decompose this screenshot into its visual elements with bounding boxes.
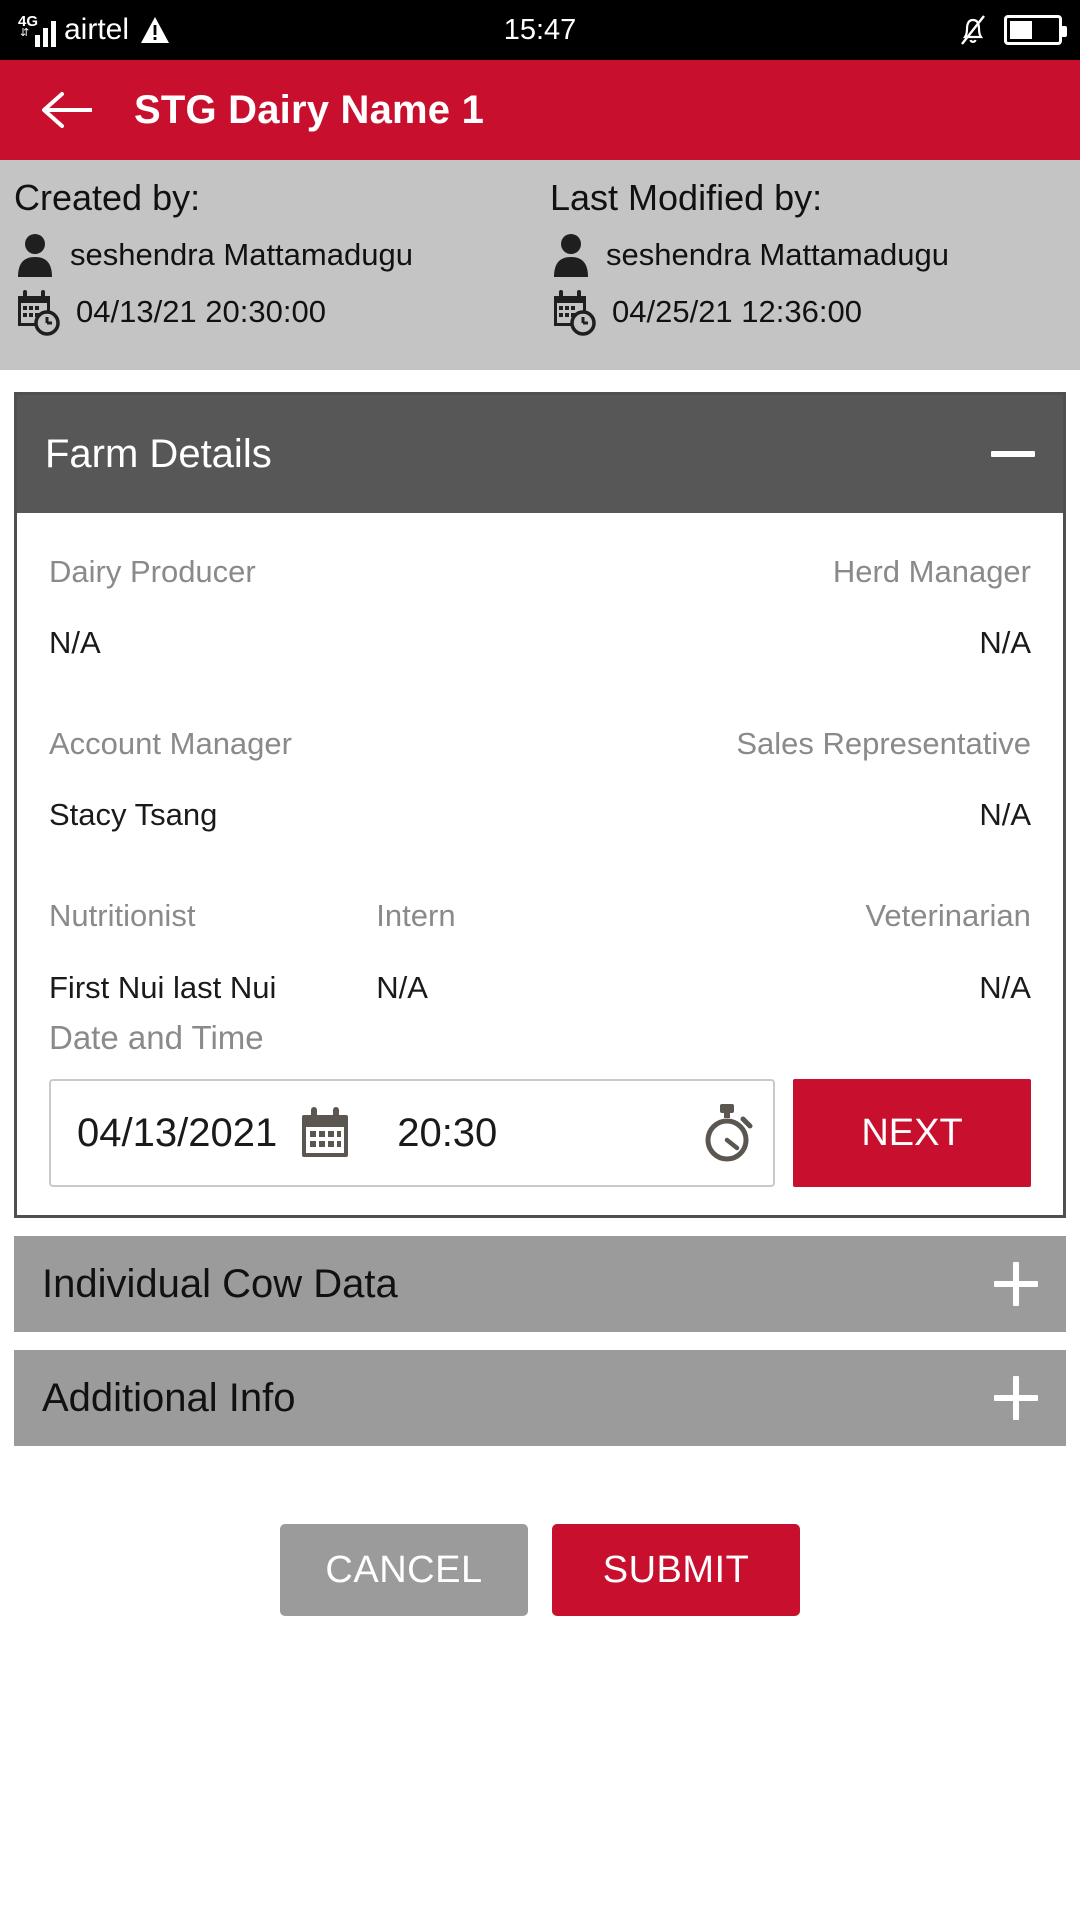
field-label: Sales Representative <box>736 725 1031 761</box>
last-modified-timestamp: 04/25/21 12:36:00 <box>612 293 862 329</box>
signal-bars-icon <box>35 17 56 47</box>
field-value: Stacy Tsang <box>49 797 218 833</box>
plus-icon[interactable] <box>994 1376 1038 1421</box>
status-bar-right <box>958 13 1067 47</box>
date-time-input[interactable]: 04/13/2021 20:30 <box>49 1079 775 1188</box>
calendar-clock-icon <box>14 288 62 336</box>
field-value: N/A <box>376 969 428 1005</box>
field-nutritionist: Nutritionist First Nui last Nui <box>49 897 376 1005</box>
created-by-heading: Created by: <box>14 177 201 218</box>
person-icon <box>14 232 56 278</box>
row-spacer <box>49 839 1031 897</box>
farm-details-title: Farm Details <box>45 431 272 476</box>
farm-details-header[interactable]: Farm Details <box>17 394 1063 513</box>
field-value: N/A <box>979 969 1031 1005</box>
minus-icon[interactable] <box>991 450 1035 457</box>
battery-half-icon <box>1004 15 1067 45</box>
field-value: N/A <box>979 624 1031 660</box>
field-label: Nutritionist <box>49 898 196 934</box>
data-transfer-icon: ⇵ <box>20 27 29 39</box>
carrier-label: airtel <box>64 13 130 46</box>
back-arrow-icon[interactable] <box>40 90 94 130</box>
created-by-user: seshendra Mattamadugu <box>70 236 413 272</box>
app-bar: STG Dairy Name 1 <box>0 60 1080 160</box>
section-individual-cow-data[interactable]: Individual Cow Data <box>14 1236 1066 1333</box>
status-bar-left: 4G ⇵ airtel <box>18 13 170 47</box>
submit-button[interactable]: SUBMIT <box>552 1524 800 1617</box>
warning-triangle-icon <box>140 16 170 44</box>
field-intern: Intern N/A <box>376 897 703 1005</box>
field-sales-representative: Sales Representative N/A <box>540 725 1031 833</box>
created-timestamp: 04/13/21 20:30:00 <box>76 293 326 329</box>
field-label: Herd Manager <box>832 553 1031 589</box>
field-value: First Nui last Nui <box>49 969 277 1005</box>
field-value: N/A <box>979 797 1031 833</box>
last-modified-heading: Last Modified by: <box>550 177 823 218</box>
field-label: Dairy Producer <box>49 553 256 589</box>
footer-actions: CANCEL SUBMIT <box>0 1524 1080 1617</box>
field-account-manager: Account Manager Stacy Tsang <box>49 725 540 833</box>
page-title: STG Dairy Name 1 <box>134 88 485 132</box>
row-spacer <box>49 667 1031 725</box>
date-time-row: 04/13/2021 20:30 NEXT <box>49 1079 1031 1188</box>
calendar-clock-icon <box>550 288 598 336</box>
cancel-button[interactable]: CANCEL <box>280 1524 528 1617</box>
section-title: Additional Info <box>42 1376 296 1421</box>
field-label: Intern <box>376 898 456 934</box>
next-button[interactable]: NEXT <box>793 1079 1031 1188</box>
created-by-user-row: seshendra Mattamadugu <box>14 232 540 278</box>
section-additional-info[interactable]: Additional Info <box>14 1350 1066 1447</box>
field-dairy-producer: Dairy Producer N/A <box>49 553 540 661</box>
stopwatch-icon[interactable] <box>699 1102 757 1164</box>
bell-off-icon <box>958 13 988 47</box>
field-herd-manager: Herd Manager N/A <box>540 553 1031 661</box>
field-veterinarian: Veterinarian N/A <box>704 897 1031 1005</box>
field-label: Account Manager <box>49 725 292 761</box>
person-icon <box>550 232 592 278</box>
status-bar: 4G ⇵ airtel 15:47 <box>0 0 1080 60</box>
field-row-producer-herd: Dairy Producer N/A Herd Manager N/A <box>49 553 1031 661</box>
created-by-block: Created by: seshendra Mattamadugu 04/13/… <box>0 178 540 346</box>
record-metadata-band: Created by: seshendra Mattamadugu 04/13/… <box>0 160 1080 370</box>
last-modified-by-block: Last Modified by: seshendra Mattamadugu <box>540 178 1080 346</box>
date-and-time-label: Date and Time <box>49 1018 264 1056</box>
section-title: Individual Cow Data <box>42 1262 398 1307</box>
plus-icon[interactable] <box>994 1262 1038 1307</box>
last-modified-user-row: seshendra Mattamadugu <box>550 232 1080 278</box>
farm-details-card: Farm Details Dairy Producer N/A Herd Man… <box>14 391 1066 1219</box>
field-row-account-sales: Account Manager Stacy Tsang Sales Repres… <box>49 725 1031 833</box>
farm-details-body: Dairy Producer N/A Herd Manager N/A Acco… <box>17 513 1063 1216</box>
date-value: 04/13/2021 <box>77 1111 278 1156</box>
time-value: 20:30 <box>397 1111 498 1156</box>
field-row-nutritionist-intern-vet: Nutritionist First Nui last Nui Intern N… <box>49 897 1031 1005</box>
created-date-row: 04/13/21 20:30:00 <box>14 288 540 336</box>
last-modified-user: seshendra Mattamadugu <box>606 236 949 272</box>
field-label: Veterinarian <box>865 898 1031 934</box>
signal-strength-icon: 4G ⇵ <box>18 13 56 47</box>
field-value: N/A <box>49 624 101 660</box>
calendar-icon[interactable] <box>297 1105 353 1161</box>
last-modified-date-row: 04/25/21 12:36:00 <box>550 288 1080 336</box>
